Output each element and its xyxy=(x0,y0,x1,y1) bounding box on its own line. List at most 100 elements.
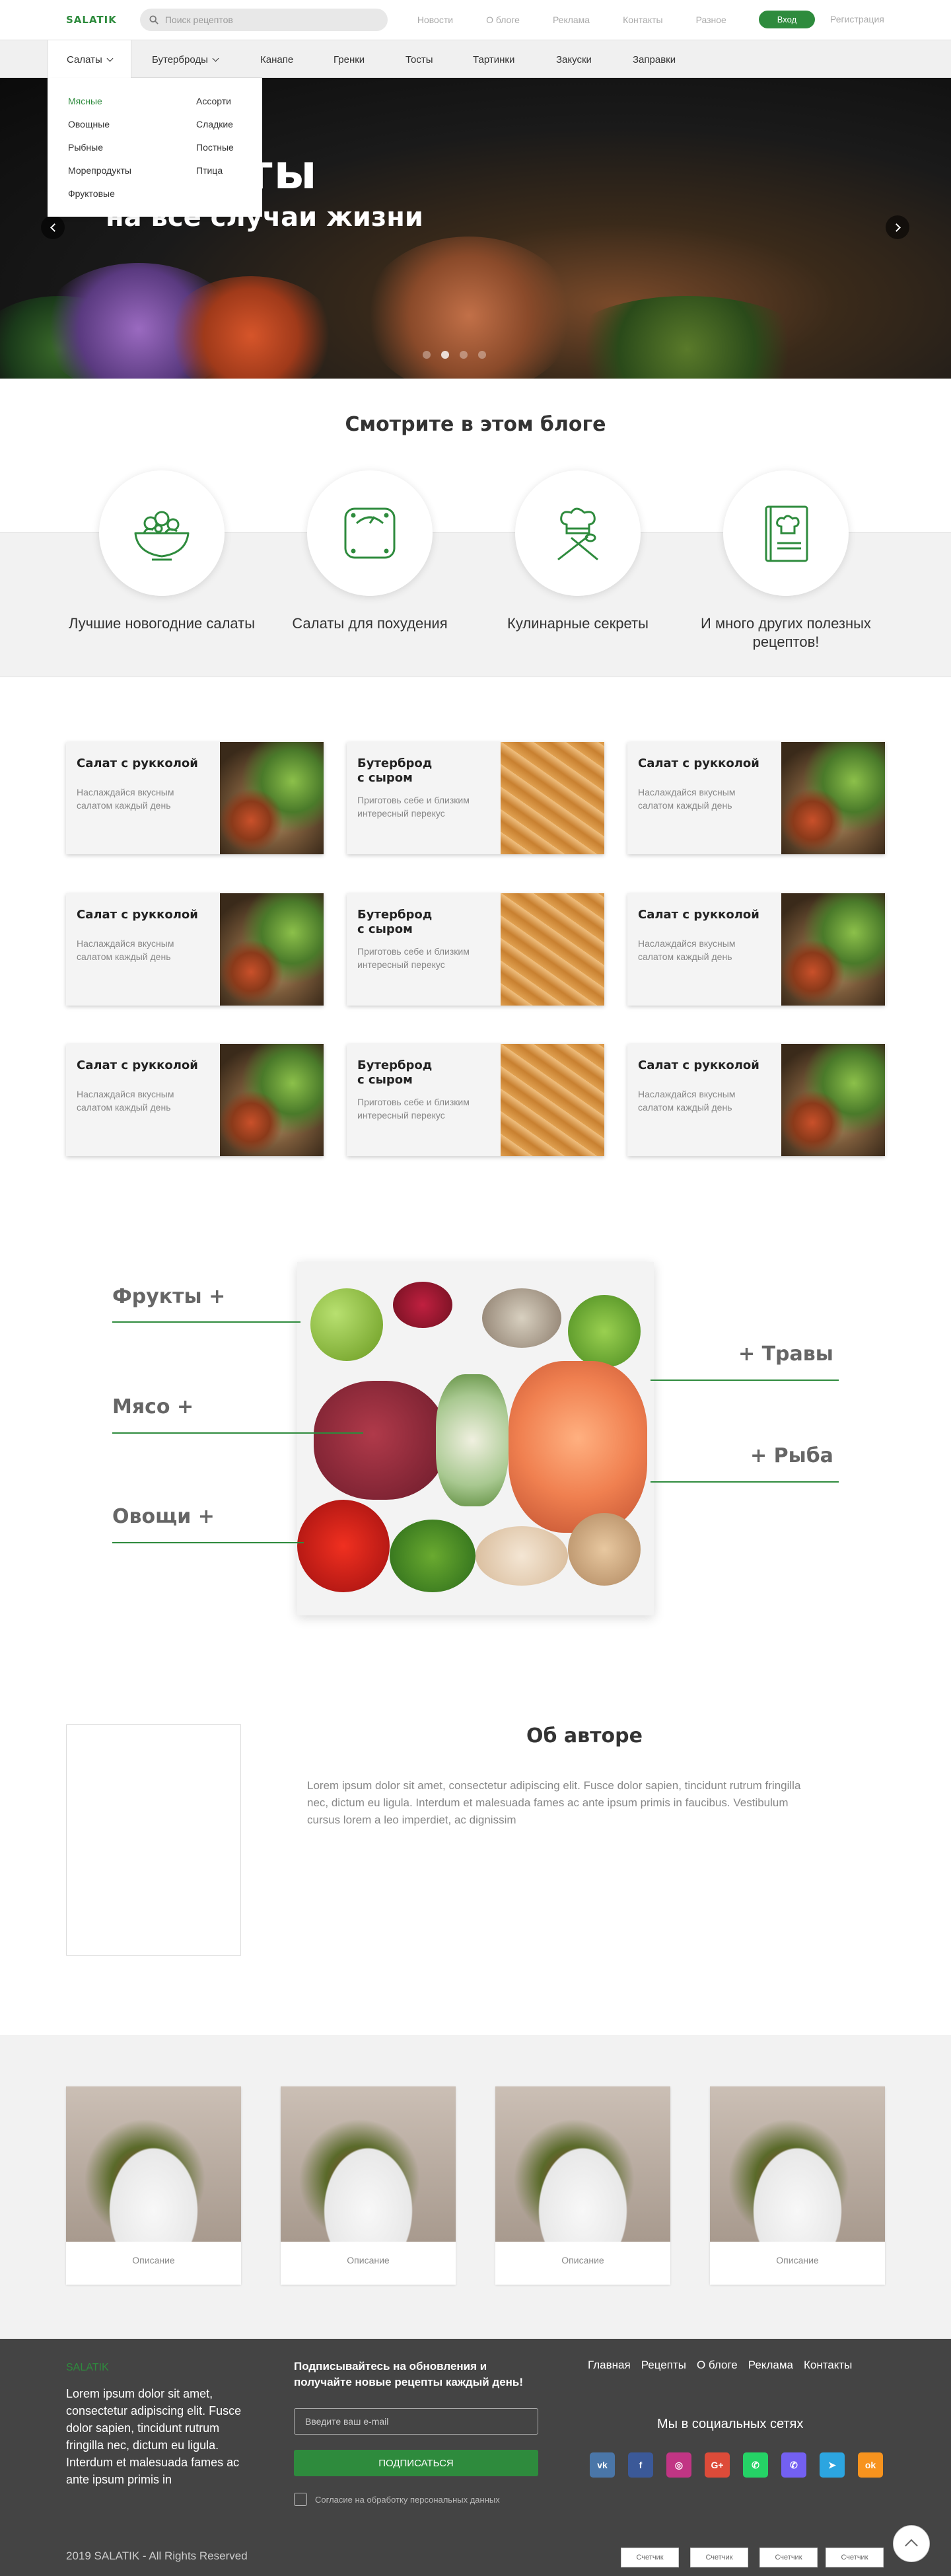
slider-dot[interactable] xyxy=(478,351,486,359)
top-link-ads[interactable]: Реклама xyxy=(553,15,590,25)
footer-link-ads[interactable]: Реклама xyxy=(748,2359,793,2372)
menu-item-sandwiches[interactable]: Бутерброды xyxy=(152,40,219,79)
ingredient-fruits[interactable]: Фрукты + xyxy=(112,1285,225,1308)
facebook-icon[interactable]: f xyxy=(628,2452,653,2478)
recipe-desc: Приготовь себе и близким интересный пере… xyxy=(357,795,470,819)
top-link-news[interactable]: Новости xyxy=(417,15,453,25)
dropdown-item-fish[interactable]: Рыбные xyxy=(68,142,103,153)
search-placeholder: Поиск рецептов xyxy=(164,15,233,25)
footer-link-about[interactable]: О блоге xyxy=(697,2359,738,2372)
menu-item-salads[interactable]: Салаты xyxy=(48,40,131,79)
chevron-up-icon xyxy=(905,2539,918,2552)
top-link-about[interactable]: О блоге xyxy=(486,15,520,25)
consent-checkbox[interactable]: Согласие на обработку персональных данны… xyxy=(294,2493,500,2506)
gallery-caption: Описание xyxy=(561,2255,604,2265)
menu-item-dressings[interactable]: Заправки xyxy=(633,40,676,79)
ingredient-line xyxy=(651,1380,839,1381)
gallery-image xyxy=(281,2086,456,2242)
dropdown-item-sweet[interactable]: Сладкие xyxy=(196,119,233,129)
chef-hat-utensils-icon xyxy=(557,507,598,561)
email-placeholder: Введите ваш e-mail xyxy=(305,2416,389,2427)
gallery-card[interactable]: Описание xyxy=(66,2086,241,2285)
recipe-image xyxy=(781,1044,885,1156)
search-icon xyxy=(149,15,158,24)
viber-icon[interactable]: ✆ xyxy=(781,2452,806,2478)
blog-item-diet[interactable] xyxy=(307,470,433,596)
recipe-card[interactable]: Салат с рукколой Наслаждайся вкусным сала… xyxy=(627,893,885,1006)
gallery-image xyxy=(66,2086,241,2242)
recipe-card[interactable]: Салат с рукколой Наслаждайся вкусным сала… xyxy=(66,1044,324,1156)
menu-item-toasts[interactable]: Тосты xyxy=(405,40,433,79)
about-text: Lorem ipsum dolor sit amet, consectetur … xyxy=(307,1779,801,1826)
ingredient-meat[interactable]: Мясо + xyxy=(112,1395,194,1418)
dropdown-item-meat[interactable]: Мясные xyxy=(68,96,102,106)
dropdown-item-fruit[interactable]: Фруктовые xyxy=(68,188,115,199)
recipe-card[interactable]: Салат с рукколой Наслаждайся вкусным сала… xyxy=(66,893,324,1006)
slider-dot[interactable] xyxy=(423,351,431,359)
footer-link-home[interactable]: Главная xyxy=(588,2359,631,2372)
dropdown-item-seafood[interactable]: Морепродукты xyxy=(68,165,131,176)
blog-item-more[interactable] xyxy=(723,470,849,596)
footer-link-contacts[interactable]: Контакты xyxy=(804,2359,852,2372)
footer-logo[interactable]: SALATIK xyxy=(66,2362,109,2374)
recipe-title: Бутерброд с сыром xyxy=(357,1058,433,1087)
top-link-contacts[interactable]: Контакты xyxy=(623,15,662,25)
vk-icon[interactable]: vk xyxy=(590,2452,615,2478)
salads-dropdown: Мясные Овощные Рыбные Морепродукты Фрукт… xyxy=(48,78,262,217)
gallery-card[interactable]: Описание xyxy=(281,2086,456,2285)
search-input[interactable]: Поиск рецептов xyxy=(139,9,388,31)
recipe-card[interactable]: Бутерброд с сыром Приготовь себе и близки… xyxy=(347,742,604,854)
dropdown-item-poultry[interactable]: Птица xyxy=(196,165,223,176)
dropdown-item-lean[interactable]: Постные xyxy=(196,142,234,153)
subscribe-button[interactable]: ПОДПИСАТЬСЯ xyxy=(294,2450,538,2476)
whatsapp-icon[interactable]: ✆ xyxy=(743,2452,768,2478)
recipe-desc: Наслаждайся вкусным салатом каждый день xyxy=(638,938,736,962)
dropdown-item-vegetable[interactable]: Овощные xyxy=(68,119,110,129)
checkbox-icon[interactable] xyxy=(294,2493,307,2506)
footer-link-recipes[interactable]: Рецепты xyxy=(641,2359,686,2372)
email-field[interactable]: Введите ваш e-mail xyxy=(294,2408,538,2435)
ingredient-fish[interactable]: + Рыба xyxy=(750,1444,833,1467)
telegram-icon[interactable]: ➤ xyxy=(820,2452,845,2478)
instagram-icon[interactable]: ◎ xyxy=(666,2452,691,2478)
gallery-card[interactable]: Описание xyxy=(710,2086,885,2285)
menu-item-croutons[interactable]: Гренки xyxy=(334,40,365,79)
recipe-card[interactable]: Салат с рукколой Наслаждайся вкусным сала… xyxy=(627,742,885,854)
recipe-image xyxy=(781,893,885,1006)
ingredient-line xyxy=(112,1321,300,1323)
register-link[interactable]: Регистрация xyxy=(830,14,884,24)
recipe-card[interactable]: Бутерброд с сыром Приготовь себе и близки… xyxy=(347,893,604,1006)
chevron-right-icon xyxy=(892,223,901,232)
social-title: Мы в социальных сетях xyxy=(657,2417,804,2431)
dropdown-item-assorted[interactable]: Ассорти xyxy=(196,96,231,106)
scroll-top-button[interactable] xyxy=(893,2525,930,2562)
recipe-image xyxy=(501,742,604,854)
odnoklassniki-icon[interactable]: ok xyxy=(858,2452,883,2478)
slider-prev-button[interactable] xyxy=(41,215,65,239)
recipe-image xyxy=(220,893,324,1006)
site-logo[interactable]: SALATIK xyxy=(66,14,117,26)
gallery-caption: Описание xyxy=(776,2255,819,2265)
recipe-card[interactable]: Бутерброд с сыром Приготовь себе и близки… xyxy=(347,1044,604,1156)
recipe-card[interactable]: Салат с рукколой Наслаждайся вкусным сала… xyxy=(627,1044,885,1156)
menu-item-canape[interactable]: Канапе xyxy=(260,40,293,79)
ingredient-vegetables[interactable]: Овощи + xyxy=(112,1505,215,1528)
menu-item-snacks[interactable]: Закуски xyxy=(556,40,592,79)
top-link-misc[interactable]: Разное xyxy=(696,15,726,25)
recipe-card[interactable]: Салат с рукколой Наслаждайся вкусным сала… xyxy=(66,742,324,854)
slider-dot-active[interactable] xyxy=(441,351,449,359)
blog-item-newyear[interactable] xyxy=(99,470,225,596)
slider-next-button[interactable] xyxy=(886,215,909,239)
slider-dot[interactable] xyxy=(460,351,468,359)
google-plus-icon[interactable]: G+ xyxy=(705,2452,730,2478)
recipe-title: Салат с рукколой xyxy=(77,908,198,922)
recipe-title: Салат с рукколой xyxy=(638,1058,759,1072)
menu-item-label: Салаты xyxy=(67,54,102,65)
recipe-image xyxy=(220,1044,324,1156)
blog-item-secrets[interactable] xyxy=(515,470,641,596)
menu-item-tartines[interactable]: Тартинки xyxy=(473,40,514,79)
ingredient-herbs[interactable]: + Травы xyxy=(738,1343,833,1366)
login-button[interactable]: Вход xyxy=(759,11,815,28)
consent-label: Согласие на обработку персональных данны… xyxy=(315,2494,500,2505)
gallery-card[interactable]: Описание xyxy=(495,2086,670,2285)
